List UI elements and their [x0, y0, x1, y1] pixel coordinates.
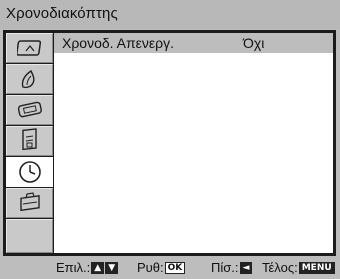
menu-row-label: Χρονοδ. Απενεργ. — [62, 35, 175, 51]
footer-hints: Επιλ.: ▲ ▼ Ρυθ: OK Πίσ.: ◄ Τέλος: MENU — [0, 257, 340, 279]
features-icon — [21, 128, 37, 151]
tab-setup[interactable] — [6, 188, 53, 218]
title-bar: Χρονοδιακόπτης — [0, 0, 340, 29]
tab-timer[interactable] — [6, 157, 53, 187]
timer-clock-icon — [18, 161, 41, 183]
tab-screen-control[interactable] — [6, 95, 53, 125]
setup-toolbox-icon — [19, 192, 40, 212]
up-arrow-key-icon: ▲ — [91, 261, 105, 274]
picture-icon — [16, 40, 41, 56]
tab-sound[interactable] — [6, 64, 53, 94]
hint-select: Επιλ.: ▲ ▼ — [56, 260, 119, 275]
hint-select-label: Επιλ.: — [56, 260, 91, 275]
menu-key-icon: MENU — [298, 261, 335, 274]
sound-icon — [21, 69, 35, 89]
screen-control-icon — [17, 101, 42, 118]
category-sidebar — [6, 33, 53, 253]
tv-menu-window: Χρονοδιακόπτης Χρονοδ. Απενεργ. Όχι Επιλ… — [0, 0, 340, 279]
menu-row-value: Όχι — [243, 35, 265, 51]
tab-features[interactable] — [6, 126, 53, 156]
hint-exit: Τέλος: MENU — [262, 260, 335, 275]
tab-picture[interactable] — [6, 33, 53, 63]
hint-back: Πίσ.: ◄ — [211, 260, 253, 275]
ok-key-icon: OK — [164, 261, 186, 274]
page-title: Χρονοδιακόπτης — [6, 5, 118, 22]
left-arrow-key-icon: ◄ — [239, 261, 253, 274]
hint-set-label: Ρυθ: — [137, 260, 164, 275]
menu-row-sleep-timer[interactable]: Χρονοδ. Απενεργ. Όχι — [54, 33, 333, 53]
down-arrow-key-icon: ▼ — [105, 261, 119, 274]
menu-content: Χρονοδ. Απενεργ. Όχι — [54, 33, 333, 253]
hint-exit-label: Τέλος: — [262, 260, 298, 275]
hint-back-label: Πίσ.: — [211, 260, 239, 275]
tab-empty — [6, 219, 53, 253]
hint-set: Ρυθ: OK — [137, 260, 186, 275]
